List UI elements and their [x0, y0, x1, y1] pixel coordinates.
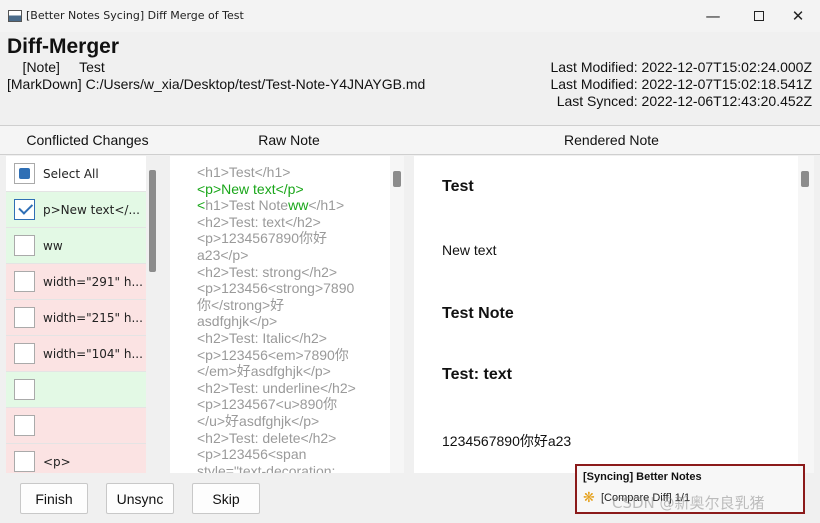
- raw-line-added-part: <: [197, 197, 206, 214]
- raw-line: <h2>Test: underline</h2>: [197, 379, 356, 396]
- raw-line-part: </h1>: [308, 197, 345, 214]
- rendered-scrollbar[interactable]: [798, 156, 814, 473]
- maximize-icon: [754, 11, 764, 21]
- rendered-heading-test-text: Test: text: [442, 366, 512, 383]
- change-label: width="104" h...: [43, 346, 143, 361]
- rendered-note-header: Rendered Note: [403, 125, 820, 155]
- last-modified-markdown: Last Modified: 2022-12-07T15:02:18.541Z: [550, 76, 812, 92]
- change-label: ww: [43, 238, 63, 253]
- close-button[interactable]: ✕: [775, 0, 820, 32]
- raw-line-part: h1>Test Note: [205, 197, 289, 214]
- change-checkbox[interactable]: [14, 271, 35, 292]
- change-checkbox[interactable]: [14, 415, 35, 436]
- conflicted-changes-header: Conflicted Changes: [0, 125, 175, 155]
- window-app-icon: [8, 10, 22, 22]
- finish-button[interactable]: Finish: [20, 483, 88, 514]
- raw-scrollbar[interactable]: [390, 156, 404, 473]
- raw-line-added: <p>New text</p>: [197, 180, 304, 197]
- change-label: width="215" h...: [43, 310, 143, 325]
- raw-line: 你</strong>好: [197, 296, 285, 313]
- raw-note-text: <h1>Test</h1> <p>New text</p> <h1>Test Not…: [197, 164, 387, 473]
- change-checkbox[interactable]: [14, 343, 35, 364]
- select-all-checkbox[interactable]: [14, 163, 35, 184]
- change-checkbox[interactable]: [14, 379, 35, 400]
- raw-note-header: Raw Note: [175, 125, 403, 155]
- rendered-paragraph-numbers: 1234567890你好a23: [442, 433, 572, 449]
- change-checkbox[interactable]: [14, 451, 35, 472]
- change-row[interactable]: <p>: [6, 444, 146, 473]
- last-synced: Last Synced: 2022-12-06T12:43:20.452Z: [556, 93, 812, 109]
- raw-line: <p>1234567<u>890你: [197, 396, 338, 413]
- raw-line-added-part: ww: [288, 197, 309, 214]
- change-label: width="291" h...: [43, 274, 143, 289]
- page-title: Diff-Merger: [7, 35, 120, 58]
- raw-line: a23</p>: [197, 246, 249, 263]
- change-checkbox[interactable]: [14, 199, 35, 220]
- raw-line: <h2>Test: delete</h2>: [197, 429, 337, 446]
- raw-line: <h2>Test: Italic</h2>: [197, 329, 327, 346]
- skip-button[interactable]: Skip: [192, 483, 260, 514]
- raw-line: </u>好asdfghjk</p>: [197, 412, 320, 429]
- raw-line: <p>123456<em>7890你: [197, 346, 349, 363]
- change-checkbox[interactable]: [14, 307, 35, 328]
- change-row[interactable]: [6, 408, 146, 444]
- change-checkbox[interactable]: [14, 235, 35, 256]
- raw-line: <p>1234567890你好: [197, 230, 327, 247]
- markdown-path: [MarkDown] C:/Users/w_xia/Desktop/test/T…: [7, 76, 426, 92]
- raw-line: <p>123456<span: [197, 446, 307, 463]
- rendered-scrollbar-thumb[interactable]: [801, 171, 809, 187]
- unsync-button[interactable]: Unsync: [106, 483, 174, 514]
- change-label: Select All: [43, 166, 99, 181]
- sync-spinner-icon: ❋: [583, 489, 595, 505]
- raw-note-panel[interactable]: <h1>Test</h1> <p>New text</p> <h1>Test Not…: [170, 156, 390, 473]
- raw-line-mixed: <h1>Test Noteww</h1>: [197, 197, 387, 214]
- change-row[interactable]: p>New text</...: [6, 192, 146, 228]
- conflicted-changes-list[interactable]: Select All p>New text</... ww width="291" h…: [6, 156, 146, 473]
- raw-line: asdfghjk</p>: [197, 313, 278, 330]
- title-bar: [Better Notes Sycing] Diff Merge of Test…: [0, 0, 820, 32]
- change-row[interactable]: width="215" h...: [6, 300, 146, 336]
- raw-line: <h2>Test: strong</h2>: [197, 263, 338, 280]
- change-row[interactable]: width="291" h...: [6, 264, 146, 300]
- raw-line: <h2>Test: text</h2>: [197, 213, 321, 230]
- notification-body: [Compare Diff] 1/1: [601, 492, 691, 504]
- changes-scrollbar[interactable]: [147, 156, 159, 473]
- raw-line: <p>123456<strong>7890: [197, 280, 355, 297]
- change-label: <p>: [43, 454, 71, 469]
- rendered-paragraph-new-text: New text: [442, 242, 497, 258]
- sync-notification[interactable]: [Syncing] Better Notes ❋ [Compare Diff] …: [575, 464, 805, 514]
- raw-scrollbar-thumb[interactable]: [393, 171, 401, 187]
- rendered-note-panel[interactable]: Test New text Test Note Test: text 12345…: [414, 156, 798, 473]
- rendered-heading-test: Test: [442, 178, 474, 195]
- rendered-heading-test-note: Test Note: [442, 305, 514, 322]
- change-row[interactable]: [6, 372, 146, 408]
- change-label: p>New text</...: [43, 202, 140, 217]
- raw-line: style="text-decoration:: [197, 462, 336, 473]
- close-icon: ✕: [791, 7, 805, 25]
- changes-scrollbar-thumb[interactable]: [149, 170, 156, 272]
- notification-title: [Syncing] Better Notes: [583, 471, 702, 483]
- change-row[interactable]: width="104" h...: [6, 336, 146, 372]
- select-all-row[interactable]: Select All: [6, 156, 146, 192]
- minimize-icon: —: [705, 7, 721, 25]
- minimize-button[interactable]: —: [690, 0, 736, 32]
- note-line: [Note] Test: [7, 59, 105, 75]
- change-row[interactable]: ww: [6, 228, 146, 264]
- raw-line: <h1>Test</h1>: [197, 164, 291, 180]
- raw-line: </em>好asdfghjk</p>: [197, 363, 331, 380]
- window-title: [Better Notes Sycing] Diff Merge of Test: [26, 9, 244, 22]
- last-modified-note: Last Modified: 2022-12-07T15:02:24.000Z: [550, 59, 812, 75]
